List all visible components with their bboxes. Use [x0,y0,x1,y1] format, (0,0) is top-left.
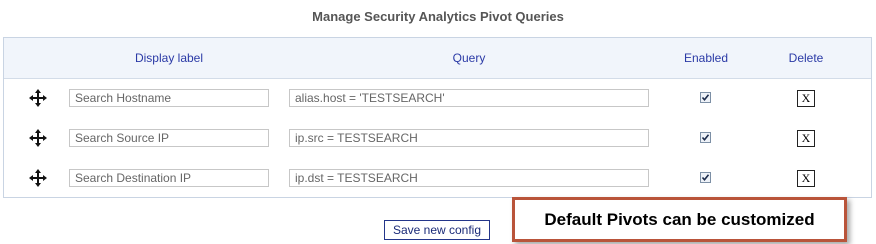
pivot-queries-table: Display label Query Enabled Delete X X [3,37,872,198]
check-icon [701,174,710,182]
enabled-checkbox[interactable] [700,92,711,103]
header-delete: Delete [788,51,824,65]
table-row: X [4,158,871,198]
display-label-input[interactable] [69,89,269,107]
table-row: X [4,78,871,118]
display-label-input[interactable] [69,169,269,187]
table-row: X [4,118,871,158]
delete-button[interactable]: X [797,170,815,187]
delete-button[interactable]: X [797,130,815,147]
move-icon[interactable] [28,168,48,188]
move-icon[interactable] [28,128,48,148]
check-icon [701,94,710,102]
enabled-checkbox[interactable] [700,132,711,143]
enabled-checkbox[interactable] [700,172,711,183]
display-label-input[interactable] [69,129,269,147]
callout-annotation: Default Pivots can be customized [512,197,847,242]
table-header-row: Display label Query Enabled Delete [4,38,871,79]
check-icon [701,134,710,142]
delete-button[interactable]: X [797,90,815,107]
query-input[interactable] [289,129,649,147]
query-input[interactable] [289,89,649,107]
header-query: Query [452,51,486,65]
save-config-button[interactable]: Save new config [384,220,490,240]
query-input[interactable] [289,169,649,187]
page-title: Manage Security Analytics Pivot Queries [312,9,564,24]
header-display-label: Display label [134,51,204,65]
move-icon[interactable] [28,88,48,108]
header-enabled: Enabled [683,51,729,65]
